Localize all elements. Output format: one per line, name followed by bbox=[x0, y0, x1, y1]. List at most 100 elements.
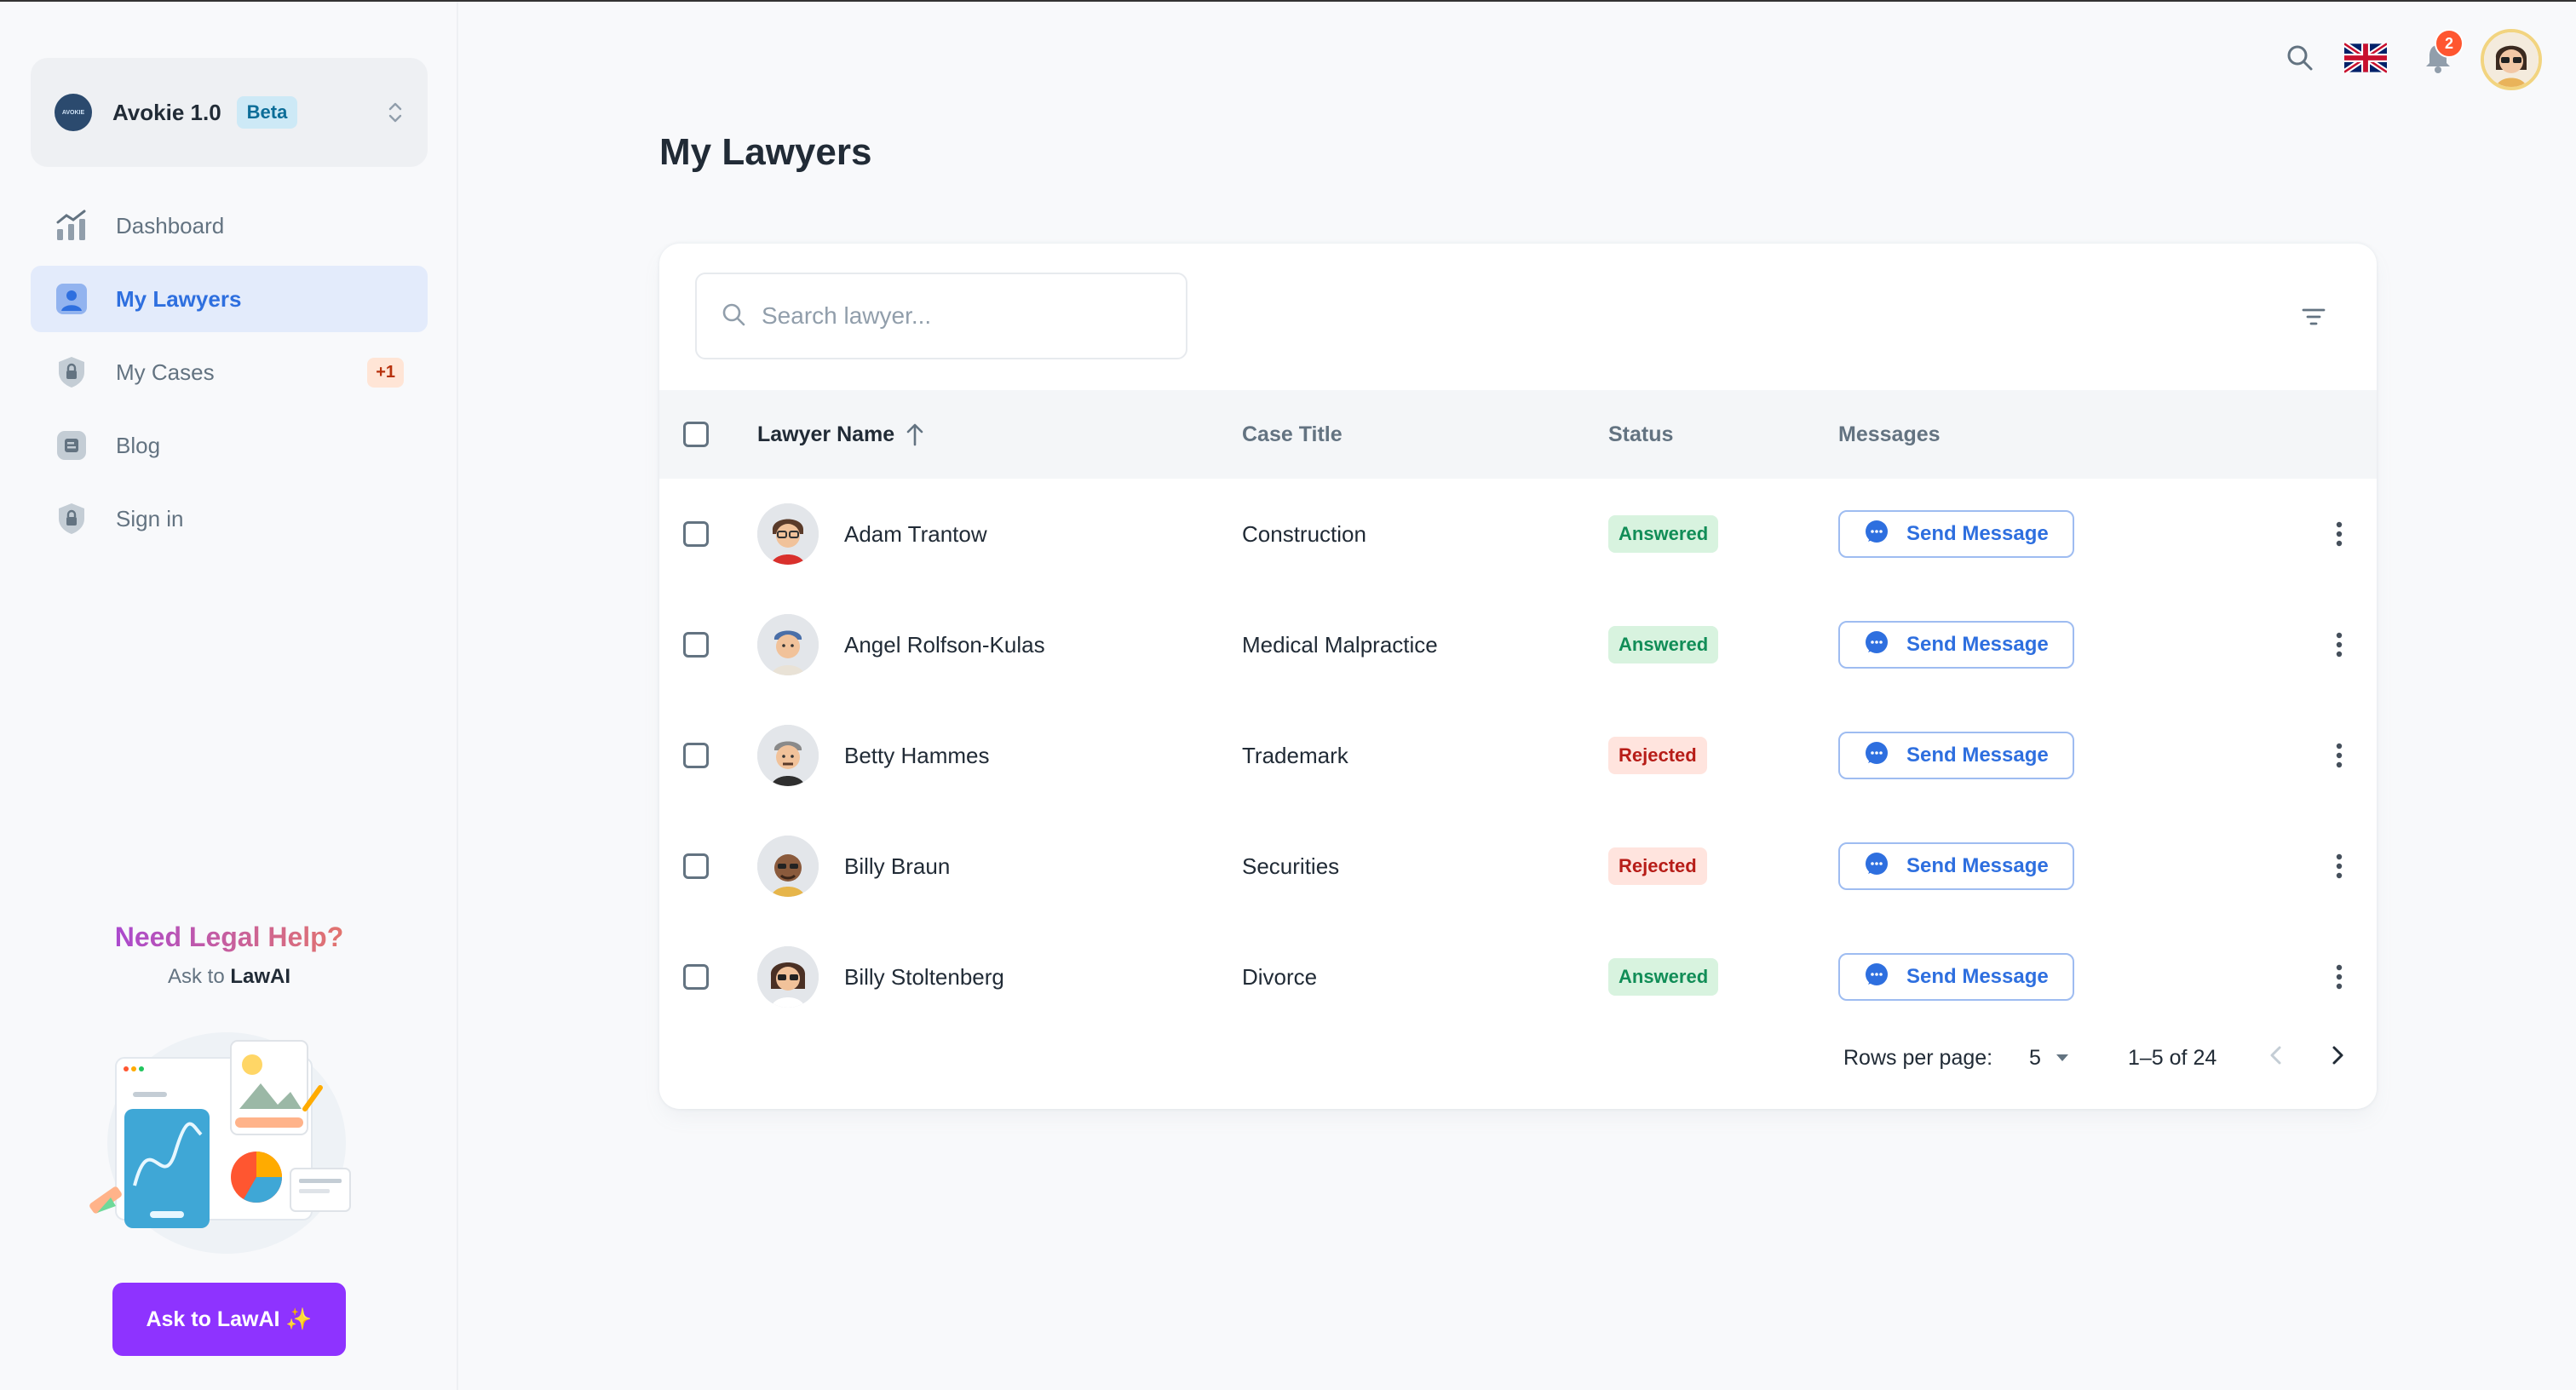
lawyer-name: Angel Rolfson-Kulas bbox=[844, 631, 1045, 658]
table-row[interactable]: Billy Braun Securities Rejected Send Mes… bbox=[659, 811, 2377, 922]
pagination-range: 1–5 of 24 bbox=[2128, 1045, 2217, 1070]
status-badge: Answered bbox=[1608, 626, 1719, 663]
sidebar-item-label: Blog bbox=[116, 432, 161, 458]
search-input[interactable] bbox=[762, 302, 1162, 330]
case-title: Construction bbox=[1242, 520, 1366, 547]
chat-bubble-icon bbox=[1864, 519, 1889, 550]
sort-arrow-up-icon bbox=[905, 422, 925, 446]
header-lawyer-name[interactable]: Lawyer Name bbox=[757, 422, 925, 447]
chevron-up-down-icon bbox=[387, 100, 404, 125]
lawyers-table-card: Lawyer Name Case Title Status Messages A… bbox=[659, 244, 2377, 1109]
row-checkbox[interactable] bbox=[683, 521, 709, 547]
user-icon bbox=[55, 282, 89, 316]
lawyer-name-cell: Adam Trantow bbox=[757, 503, 987, 565]
case-title: Trademark bbox=[1242, 742, 1348, 768]
table-row[interactable]: Betty Hammes Trademark Rejected Send Mes… bbox=[659, 700, 2377, 811]
send-message-label: Send Message bbox=[1906, 744, 2049, 767]
account-avatar[interactable] bbox=[2481, 29, 2542, 90]
chat-bubble-icon bbox=[1864, 851, 1889, 882]
search-box bbox=[695, 273, 1187, 359]
search-icon[interactable] bbox=[2285, 43, 2315, 73]
ask-lawai-button[interactable]: Ask to LawAI ✨ bbox=[112, 1283, 346, 1356]
chat-bubble-icon bbox=[1864, 962, 1889, 993]
sidebar-item-label: Sign in bbox=[116, 505, 184, 531]
sidebar-item-sign-in[interactable]: Sign in bbox=[31, 485, 428, 552]
status-badge: Rejected bbox=[1608, 737, 1707, 774]
workspace-switcher[interactable]: AVOKIE Avokie 1.0 Beta bbox=[31, 58, 428, 167]
avatar bbox=[757, 503, 819, 565]
rows-per-page-label: Rows per page: bbox=[1843, 1045, 1993, 1070]
lawyer-name: Adam Trantow bbox=[844, 520, 987, 547]
filter-icon[interactable] bbox=[2300, 303, 2327, 335]
send-message-button[interactable]: Send Message bbox=[1838, 510, 2074, 558]
uk-flag-icon[interactable] bbox=[2344, 41, 2387, 75]
header-label: Lawyer Name bbox=[757, 422, 895, 446]
lawyer-name: Betty Hammes bbox=[844, 742, 990, 768]
send-message-button[interactable]: Send Message bbox=[1838, 732, 2074, 779]
send-message-label: Send Message bbox=[1906, 633, 2049, 656]
send-message-button[interactable]: Send Message bbox=[1838, 953, 2074, 1001]
table-row[interactable]: Adam Trantow Construction Answered Send … bbox=[659, 479, 2377, 589]
workspace-name: Avokie 1.0 bbox=[112, 99, 221, 125]
status-badge: Answered bbox=[1608, 515, 1719, 553]
row-checkbox[interactable] bbox=[683, 743, 709, 768]
caret-down-icon bbox=[2055, 1053, 2070, 1063]
status-badge: Answered bbox=[1608, 958, 1719, 996]
notification-bell-icon[interactable]: 2 bbox=[2421, 29, 2464, 75]
row-checkbox[interactable] bbox=[683, 632, 709, 658]
table-header: Lawyer Name Case Title Status Messages bbox=[659, 390, 2377, 479]
sidebar-item-my-cases[interactable]: My Cases +1 bbox=[31, 339, 428, 405]
rows-per-page-select[interactable]: 5 bbox=[2029, 1046, 2070, 1071]
page-title: My Lawyers bbox=[659, 131, 872, 173]
lawyer-name-cell: Billy Braun bbox=[757, 836, 950, 897]
header-status[interactable]: Status bbox=[1608, 422, 1673, 447]
chevron-left-icon[interactable] bbox=[2264, 1043, 2288, 1073]
avatar bbox=[757, 836, 819, 897]
help-sub-prefix: Ask to bbox=[167, 965, 225, 988]
case-title: Securities bbox=[1242, 853, 1340, 879]
header-case-title[interactable]: Case Title bbox=[1242, 422, 1343, 447]
table-row[interactable]: Billy Stoltenberg Divorce Answered Send … bbox=[659, 922, 2377, 1032]
beta-badge: Beta bbox=[236, 96, 298, 129]
cases-count-badge: +1 bbox=[367, 357, 404, 388]
sidebar-item-dashboard[interactable]: Dashboard bbox=[31, 192, 428, 259]
chat-bubble-icon bbox=[1864, 629, 1889, 661]
sidebar-item-label: My Lawyers bbox=[116, 285, 242, 312]
status-badge: Rejected bbox=[1608, 847, 1707, 885]
more-vertical-icon[interactable] bbox=[2322, 517, 2356, 551]
lock-icon bbox=[55, 502, 89, 536]
rows-per-page-value: 5 bbox=[2029, 1045, 2041, 1070]
sidebar-item-my-lawyers[interactable]: My Lawyers bbox=[31, 266, 428, 332]
case-title: Medical Malpractice bbox=[1242, 631, 1438, 658]
row-checkbox[interactable] bbox=[683, 853, 709, 879]
help-subtitle: Ask to LawAI bbox=[0, 965, 458, 989]
send-message-button[interactable]: Send Message bbox=[1838, 842, 2074, 890]
more-vertical-icon[interactable] bbox=[2322, 849, 2356, 883]
lawyer-name-cell: Angel Rolfson-Kulas bbox=[757, 614, 1045, 675]
sidebar-nav: Dashboard My Lawyers My Cases +1 Blog Si… bbox=[31, 192, 428, 559]
table-row[interactable]: Angel Rolfson-Kulas Medical Malpractice … bbox=[659, 589, 2377, 700]
sidebar-item-blog[interactable]: Blog bbox=[31, 412, 428, 479]
send-message-label: Send Message bbox=[1906, 522, 2049, 545]
lawyer-name: Billy Stoltenberg bbox=[844, 963, 1004, 990]
more-vertical-icon[interactable] bbox=[2322, 960, 2356, 994]
sidebar: AVOKIE Avokie 1.0 Beta Dashboard My Lawy… bbox=[0, 2, 458, 1390]
lawyer-name-cell: Betty Hammes bbox=[757, 725, 990, 786]
search-icon bbox=[721, 302, 746, 331]
more-vertical-icon[interactable] bbox=[2322, 628, 2356, 662]
dashboard-illustration bbox=[82, 1024, 371, 1262]
header-messages[interactable]: Messages bbox=[1838, 422, 1941, 447]
row-checkbox[interactable] bbox=[683, 964, 709, 990]
legal-help-promo: Need Legal Help? Ask to LawAI bbox=[0, 922, 458, 989]
table-pagination: Rows per page: 5 1–5 of 24 bbox=[659, 1027, 2377, 1088]
send-message-button[interactable]: Send Message bbox=[1838, 621, 2074, 669]
select-all-checkbox[interactable] bbox=[683, 422, 709, 447]
avatar bbox=[757, 725, 819, 786]
chevron-right-icon[interactable] bbox=[2326, 1043, 2349, 1073]
help-sub-brand: LawAI bbox=[230, 965, 291, 988]
more-vertical-icon[interactable] bbox=[2322, 738, 2356, 773]
blog-icon bbox=[55, 428, 89, 462]
lawyer-name-cell: Billy Stoltenberg bbox=[757, 946, 1004, 1008]
lawyer-name: Billy Braun bbox=[844, 853, 951, 879]
chat-bubble-icon bbox=[1864, 740, 1889, 772]
